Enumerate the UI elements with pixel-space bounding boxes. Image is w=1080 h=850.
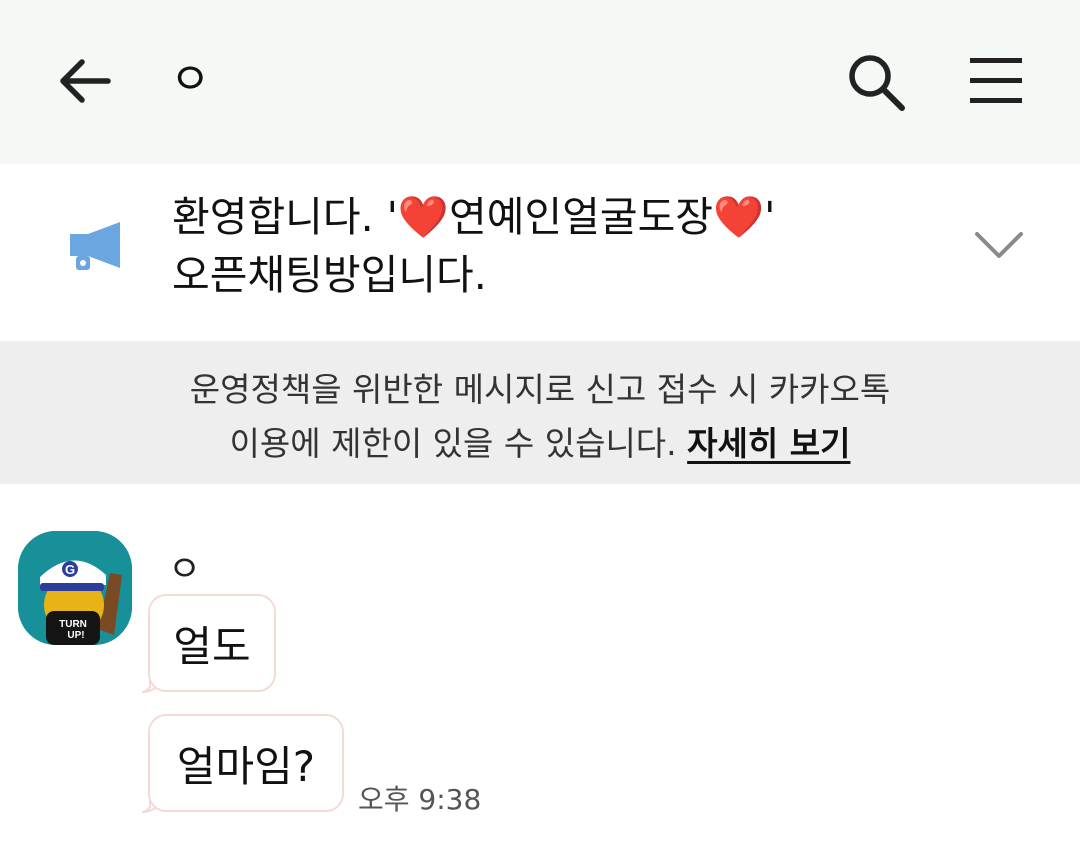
- sender-name: ㅇ: [168, 549, 202, 590]
- message-bubble[interactable]: 얼마임?: [148, 714, 344, 812]
- notice-text: 환영합니다. '❤️연예인얼굴도장❤️' 오픈채팅방입니다.: [172, 193, 776, 299]
- notice-icon-wrapper: [66, 218, 126, 278]
- policy-text-line2-prefix: 이용에 제한이 있을 수 있습니다.: [229, 424, 688, 463]
- megaphone-icon: [70, 222, 120, 270]
- chevron-down-icon: [975, 232, 1023, 258]
- avatar-shirt-text-2: UP!: [67, 630, 84, 641]
- message-timestamp: 오후 9:38: [358, 783, 482, 816]
- search-button[interactable]: [844, 50, 908, 114]
- avatar[interactable]: G TURN UP!: [18, 531, 132, 645]
- avatar-cap-letter: G: [65, 562, 75, 577]
- policy-text-line1: 운영정책을 위반한 메시지로 신고 접수 시 카카오톡: [189, 370, 891, 409]
- search-icon: [849, 55, 905, 111]
- top-app-bar: [0, 0, 1080, 164]
- expand-notice-button[interactable]: [972, 226, 1026, 264]
- avatar-shirt-text-1: TURN: [59, 619, 87, 630]
- policy-details-link[interactable]: 자세히 보기: [687, 424, 850, 463]
- arrow-left-icon: [60, 59, 111, 103]
- menu-button[interactable]: [966, 54, 1026, 108]
- message-bubble[interactable]: 얼도: [148, 594, 276, 692]
- hamburger-menu-icon: [970, 58, 1022, 103]
- policy-text-line2: 이용에 제한이 있을 수 있습니다. 자세히 보기: [0, 420, 1080, 468]
- message-text: 얼마임?: [176, 741, 316, 791]
- chat-room-title: ㅇ: [170, 54, 211, 105]
- message-text: 얼도: [173, 621, 251, 671]
- back-button[interactable]: [56, 52, 114, 110]
- avatar-character-icon: G TURN UP!: [18, 531, 132, 645]
